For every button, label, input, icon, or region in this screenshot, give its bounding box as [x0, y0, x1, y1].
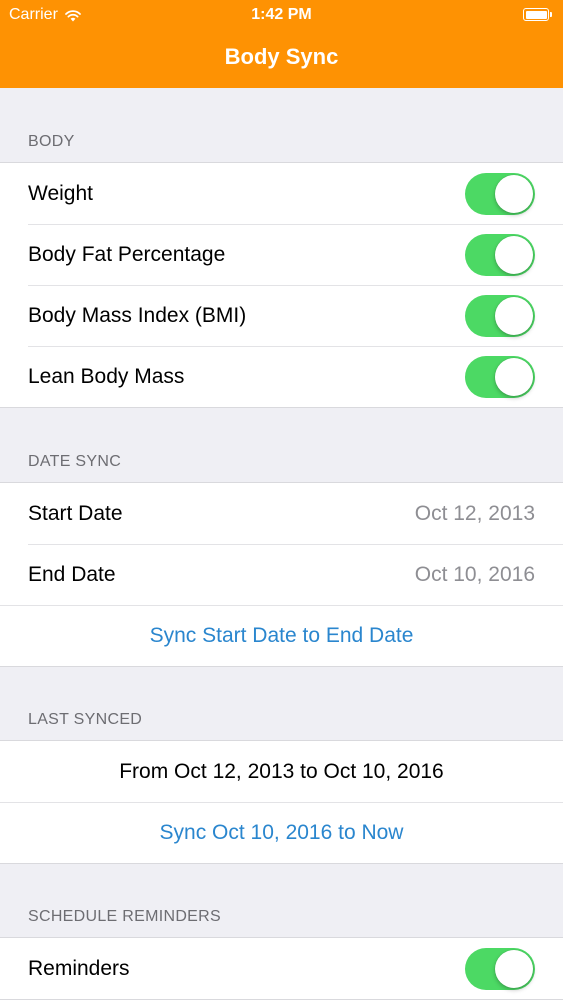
setting-label: Lean Body Mass [28, 364, 185, 388]
end-date-label: End Date [28, 562, 116, 586]
toggle-knob [495, 357, 533, 396]
reminders-label: Reminders [28, 956, 130, 980]
start-date-value: Oct 12, 2013 [414, 501, 535, 525]
setting-row-reminders: Reminders [0, 938, 563, 999]
setting-row-lean-body-mass: Lean Body Mass [0, 346, 563, 407]
toggle-knob [495, 949, 533, 988]
end-date-value: Oct 10, 2016 [414, 562, 535, 586]
sync-to-now-row[interactable]: Sync Oct 10, 2016 to Now [0, 802, 563, 863]
navigation-bar: Carrier 1:42 PM Body Sync [0, 0, 563, 88]
setting-row-bmi: Body Mass Index (BMI) [0, 285, 563, 346]
reminders-toggle[interactable] [465, 947, 535, 990]
setting-label: Body Fat Percentage [28, 242, 226, 266]
toggle-knob [495, 235, 533, 274]
end-date-row[interactable]: End Date Oct 10, 2016 [0, 544, 563, 605]
sync-start-to-end-row[interactable]: Sync Start Date to End Date [0, 605, 563, 666]
body-settings-group: Weight Body Fat Percentage Body Mass Ind… [0, 162, 563, 408]
section-header-reminders: SCHEDULE REMINDERS [28, 908, 221, 925]
start-date-row[interactable]: Start Date Oct 12, 2013 [0, 483, 563, 544]
lean-body-mass-toggle[interactable] [465, 355, 535, 398]
sync-start-to-end-button[interactable]: Sync Start Date to End Date [150, 624, 414, 648]
setting-label: Body Mass Index (BMI) [28, 303, 247, 327]
weight-toggle[interactable] [465, 172, 535, 215]
section-header-last-synced: LAST SYNCED [28, 711, 143, 728]
date-sync-group: Start Date Oct 12, 2013 End Date Oct 10,… [0, 482, 563, 667]
reminders-group: Reminders [0, 937, 563, 1000]
toggle-knob [495, 174, 533, 213]
status-bar: Carrier 1:42 PM [0, 0, 563, 30]
battery-icon [523, 8, 552, 21]
bmi-toggle[interactable] [465, 294, 535, 337]
setting-row-body-fat: Body Fat Percentage [0, 224, 563, 285]
start-date-label: Start Date [28, 501, 123, 525]
section-header-body: BODY [28, 133, 75, 150]
last-synced-range: From Oct 12, 2013 to Oct 10, 2016 [119, 759, 444, 783]
body-fat-toggle[interactable] [465, 233, 535, 276]
page-title: Body Sync [224, 44, 339, 69]
toggle-knob [495, 296, 533, 335]
setting-row-weight: Weight [0, 163, 563, 224]
status-time: 1:42 PM [251, 6, 312, 23]
last-synced-group: From Oct 12, 2013 to Oct 10, 2016 Sync O… [0, 740, 563, 864]
sync-to-now-button[interactable]: Sync Oct 10, 2016 to Now [160, 821, 404, 845]
setting-label: Weight [28, 181, 93, 205]
last-synced-range-row: From Oct 12, 2013 to Oct 10, 2016 [0, 741, 563, 802]
section-header-date-sync: DATE SYNC [28, 453, 122, 470]
